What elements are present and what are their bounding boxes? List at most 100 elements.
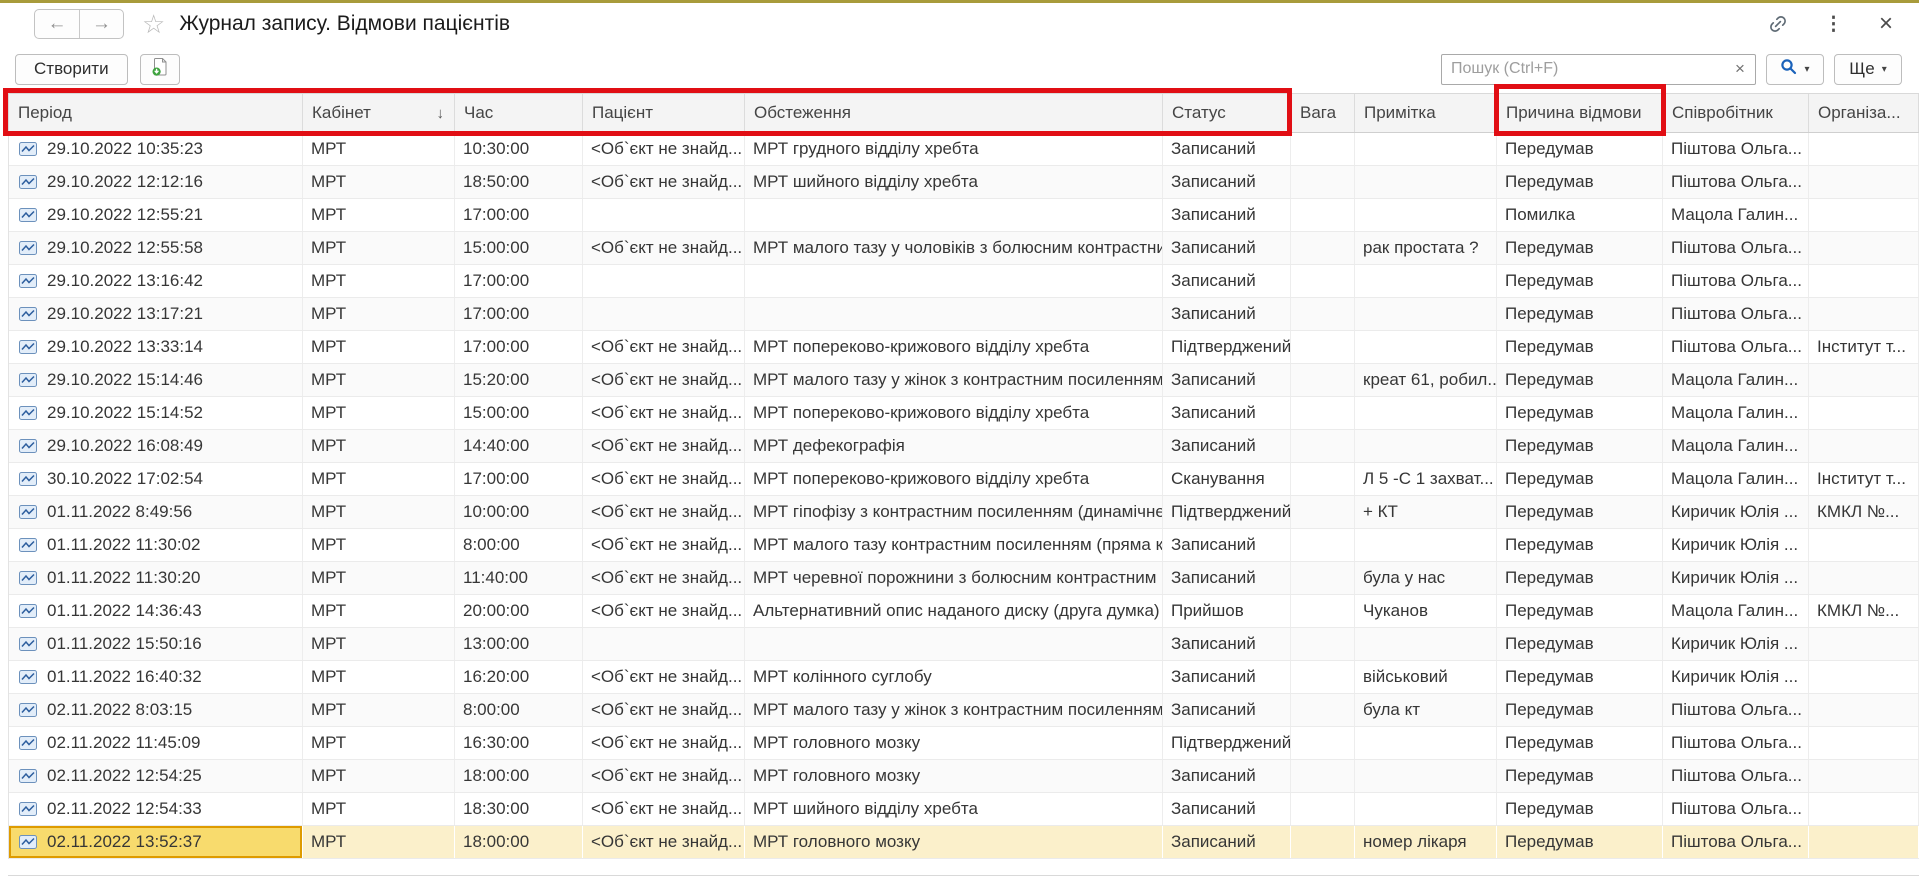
cell-weight[interactable]	[1291, 364, 1355, 396]
cell-time[interactable]: 18:00:00	[455, 826, 583, 858]
cell-exam[interactable]: МРТ черевної порожнини з болюсним контра…	[745, 562, 1163, 594]
cell-note[interactable]: Чуканов	[1355, 595, 1497, 627]
cell-period[interactable]: 02.11.2022 13:52:37	[9, 826, 303, 858]
search-input[interactable]	[1442, 60, 1725, 78]
cell-period[interactable]: 29.10.2022 12:12:16	[9, 166, 303, 198]
cell-employee[interactable]: Піштова Ольга...	[1663, 793, 1809, 825]
search-button[interactable]: ▾	[1766, 54, 1824, 85]
cell-patient[interactable]: <Об`єкт не знайд...	[583, 529, 745, 561]
cell-cabinet[interactable]: МРТ	[303, 760, 455, 792]
cell-reason[interactable]: Передумав	[1497, 331, 1663, 363]
cell-employee[interactable]: Піштова Ольга...	[1663, 265, 1809, 297]
cell-exam[interactable]: МРТ головного мозку	[745, 760, 1163, 792]
cell-period[interactable]: 29.10.2022 15:14:52	[9, 397, 303, 429]
cell-time[interactable]: 17:00:00	[455, 298, 583, 330]
cell-cabinet[interactable]: МРТ	[303, 364, 455, 396]
table-row[interactable]: 01.11.2022 15:50:16 МРТ 13:00:00 Записан…	[9, 628, 1919, 661]
cell-cabinet[interactable]: МРТ	[303, 430, 455, 462]
cell-employee[interactable]: Киричик Юлія ...	[1663, 529, 1809, 561]
cell-status[interactable]: Записаний	[1163, 199, 1291, 231]
column-header[interactable]: Примітка	[1355, 94, 1497, 132]
cell-employee[interactable]: Киричик Юлія ...	[1663, 628, 1809, 660]
column-header[interactable]: Статус	[1163, 94, 1291, 132]
cell-weight[interactable]	[1291, 463, 1355, 495]
cell-note[interactable]	[1355, 298, 1497, 330]
cell-employee[interactable]: Піштова Ольга...	[1663, 166, 1809, 198]
cell-exam[interactable]	[745, 199, 1163, 231]
cell-time[interactable]: 20:00:00	[455, 595, 583, 627]
close-icon[interactable]: ×	[1879, 12, 1893, 36]
cell-exam[interactable]: МРТ гіпофізу з контрастним посиленням (д…	[745, 496, 1163, 528]
cell-period[interactable]: 29.10.2022 12:55:58	[9, 232, 303, 264]
cell-note[interactable]	[1355, 529, 1497, 561]
table-row[interactable]: 29.10.2022 15:14:46 МРТ 15:20:00 <Об`єкт…	[9, 364, 1919, 397]
cell-patient[interactable]: <Об`єкт не знайд...	[583, 364, 745, 396]
cell-patient[interactable]	[583, 199, 745, 231]
cell-weight[interactable]	[1291, 628, 1355, 660]
cell-cabinet[interactable]: МРТ	[303, 661, 455, 693]
table-row[interactable]: 29.10.2022 12:55:21 МРТ 17:00:00 Записан…	[9, 199, 1919, 232]
cell-status[interactable]: Сканування	[1163, 463, 1291, 495]
cell-org[interactable]: КМКЛ №...	[1809, 595, 1919, 627]
cell-patient[interactable]: <Об`єкт не знайд...	[583, 793, 745, 825]
cell-weight[interactable]	[1291, 496, 1355, 528]
cell-cabinet[interactable]: МРТ	[303, 133, 455, 165]
cell-weight[interactable]	[1291, 331, 1355, 363]
cell-time[interactable]: 17:00:00	[455, 331, 583, 363]
cell-status[interactable]: Підтверджений	[1163, 496, 1291, 528]
cell-org[interactable]	[1809, 661, 1919, 693]
cell-reason[interactable]: Передумав	[1497, 133, 1663, 165]
cell-cabinet[interactable]: МРТ	[303, 232, 455, 264]
cell-patient[interactable]	[583, 628, 745, 660]
cell-time[interactable]: 17:00:00	[455, 199, 583, 231]
cell-employee[interactable]: Мацола Галин...	[1663, 430, 1809, 462]
cell-weight[interactable]	[1291, 298, 1355, 330]
cell-weight[interactable]	[1291, 199, 1355, 231]
cell-org[interactable]: Інститут т...	[1809, 463, 1919, 495]
cell-reason[interactable]: Передумав	[1497, 232, 1663, 264]
cell-org[interactable]	[1809, 298, 1919, 330]
cell-org[interactable]	[1809, 232, 1919, 264]
table-row[interactable]: 29.10.2022 10:35:23 МРТ 10:30:00 <Об`єкт…	[9, 133, 1919, 166]
cell-employee[interactable]: Піштова Ольга...	[1663, 298, 1809, 330]
cell-employee[interactable]: Піштова Ольга...	[1663, 694, 1809, 726]
cell-org[interactable]	[1809, 826, 1919, 858]
cell-patient[interactable]: <Об`єкт не знайд...	[583, 694, 745, 726]
cell-period[interactable]: 02.11.2022 8:03:15	[9, 694, 303, 726]
cell-employee[interactable]: Киричик Юлія ...	[1663, 562, 1809, 594]
cell-exam[interactable]: МРТ головного мозку	[745, 727, 1163, 759]
cell-exam[interactable]: МРТ малого тазу контрастним посиленням (…	[745, 529, 1163, 561]
search-clear-icon[interactable]: ×	[1725, 59, 1755, 79]
cell-employee[interactable]: Киричик Юлія ...	[1663, 661, 1809, 693]
cell-reason[interactable]: Передумав	[1497, 793, 1663, 825]
cell-exam[interactable]: МРТ малого тазу у жінок з контрастним по…	[745, 694, 1163, 726]
cell-patient[interactable]: <Об`єкт не знайд...	[583, 760, 745, 792]
cell-reason[interactable]: Передумав	[1497, 496, 1663, 528]
cell-reason[interactable]: Передумав	[1497, 562, 1663, 594]
cell-reason[interactable]: Передумав	[1497, 628, 1663, 660]
cell-note[interactable]	[1355, 727, 1497, 759]
cell-patient[interactable]: <Об`єкт не знайд...	[583, 397, 745, 429]
cell-employee[interactable]: Піштова Ольга...	[1663, 232, 1809, 264]
cell-cabinet[interactable]: МРТ	[303, 463, 455, 495]
cell-reason[interactable]: Передумав	[1497, 166, 1663, 198]
cell-period[interactable]: 02.11.2022 12:54:25	[9, 760, 303, 792]
cell-exam[interactable]: МРТ попереково-крижового відділу хребта	[745, 463, 1163, 495]
cell-weight[interactable]	[1291, 694, 1355, 726]
cell-reason[interactable]: Передумав	[1497, 265, 1663, 297]
cell-patient[interactable]: <Об`єкт не знайд...	[583, 331, 745, 363]
table-row[interactable]: 30.10.2022 17:02:54 МРТ 17:00:00 <Об`єкт…	[9, 463, 1919, 496]
cell-note[interactable]	[1355, 760, 1497, 792]
cell-weight[interactable]	[1291, 826, 1355, 858]
cell-org[interactable]	[1809, 133, 1919, 165]
cell-time[interactable]: 13:00:00	[455, 628, 583, 660]
cell-patient[interactable]: <Об`єкт не знайд...	[583, 595, 745, 627]
table-row[interactable]: 29.10.2022 15:14:52 МРТ 15:00:00 <Об`єкт…	[9, 397, 1919, 430]
table-row[interactable]: 01.11.2022 8:49:56 МРТ 10:00:00 <Об`єкт …	[9, 496, 1919, 529]
cell-cabinet[interactable]: МРТ	[303, 496, 455, 528]
cell-cabinet[interactable]: МРТ	[303, 199, 455, 231]
cell-time[interactable]: 8:00:00	[455, 694, 583, 726]
cell-status[interactable]: Записаний	[1163, 232, 1291, 264]
cell-weight[interactable]	[1291, 661, 1355, 693]
cell-org[interactable]	[1809, 694, 1919, 726]
